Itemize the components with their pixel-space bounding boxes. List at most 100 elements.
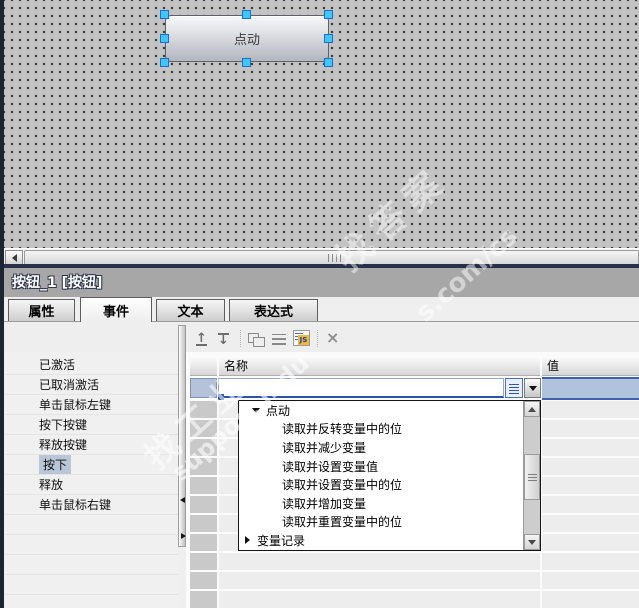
- table-row-cell[interactable]: [542, 572, 639, 589]
- event-item-activated[interactable]: 已激活: [5, 355, 178, 375]
- vscrollbar-thumb[interactable]: [524, 454, 540, 500]
- table-row-cell[interactable]: [219, 591, 540, 608]
- property-view-title: 按钮_1 [按钮]: [12, 275, 103, 291]
- splitter-collapse-left-icon[interactable]: [180, 497, 185, 503]
- function-item[interactable]: 读取并设置变量中的位: [239, 475, 540, 494]
- table-row-cell[interactable]: [542, 439, 639, 456]
- jog-button-label: 点动: [233, 33, 260, 48]
- list-icon: [509, 382, 519, 394]
- selection-handle-ne[interactable]: [324, 10, 333, 19]
- event-item-deactivated[interactable]: 已取消激活: [5, 375, 178, 395]
- table-row-cell[interactable]: [190, 439, 217, 456]
- function-list-button[interactable]: [505, 378, 523, 398]
- function-name-input[interactable]: [218, 378, 504, 398]
- table-row-cell[interactable]: [190, 534, 217, 551]
- function-item[interactable]: 读取并减少变量: [239, 438, 540, 457]
- table-row-cell[interactable]: [219, 553, 540, 570]
- column-header-value[interactable]: 值: [542, 356, 639, 376]
- edit-anchor: [218, 394, 224, 400]
- event-list-empty-row: [5, 575, 178, 595]
- hmi-editor-window: 找答案 s.com/cs 点动 按钮_1 [按钮] 属性 事件 文本 表达式 ↑…: [0, 0, 639, 608]
- table-corner-header[interactable]: [190, 356, 217, 376]
- property-view-titlebar: 按钮_1 [按钮]: [4, 268, 639, 297]
- event-item-left-click[interactable]: 单击鼠标左键: [5, 395, 178, 415]
- event-list-empty-row: [5, 555, 178, 575]
- expanded-triangle-icon: [252, 407, 260, 413]
- move-down-icon[interactable]: ↓: [218, 330, 229, 348]
- value-cell-selected[interactable]: [542, 377, 639, 400]
- selection-handle-w[interactable]: [160, 34, 169, 43]
- table-row-cell[interactable]: [542, 401, 639, 418]
- table-row-cell[interactable]: [190, 496, 217, 513]
- toolbar-separator: [240, 330, 241, 347]
- splitter-collapse-right-icon[interactable]: [181, 533, 186, 539]
- scroll-down-button[interactable]: [524, 534, 540, 550]
- event-list-empty-row: [5, 535, 178, 555]
- scroll-up-button[interactable]: [524, 401, 540, 417]
- table-row-cell[interactable]: [190, 401, 217, 418]
- event-item-press[interactable]: 按下: [5, 455, 178, 475]
- selection-handle-se[interactable]: [324, 58, 333, 67]
- function-dropdown-button[interactable]: [524, 378, 541, 398]
- jog-button-widget[interactable]: 点动: [165, 15, 329, 62]
- collapsed-triangle-icon: [245, 536, 250, 545]
- function-item[interactable]: 读取并设置变量值: [239, 457, 540, 476]
- selection-handle-s[interactable]: [242, 58, 251, 67]
- selection-handle-nw[interactable]: [160, 10, 169, 19]
- delete-icon[interactable]: ×: [326, 329, 339, 347]
- tab-properties[interactable]: 属性: [8, 299, 75, 321]
- event-list-empty-row: [5, 515, 178, 535]
- events-toolbar: [4, 321, 639, 352]
- tab-expression[interactable]: 表达式: [229, 299, 318, 321]
- table-row-cell[interactable]: [542, 477, 639, 494]
- scrollbar-grip-icon: [527, 473, 537, 481]
- panel-splitter[interactable]: [178, 325, 186, 547]
- selection-handle-e[interactable]: [324, 34, 333, 43]
- panel-divider: [0, 264, 639, 268]
- arrow-left-icon: [11, 254, 17, 262]
- table-row-cell[interactable]: [542, 515, 639, 532]
- table-row-cell[interactable]: [190, 591, 217, 608]
- table-row-cell[interactable]: [542, 553, 639, 570]
- row-selector-cell[interactable]: [190, 378, 217, 398]
- function-item[interactable]: 读取并重置变量中的位: [239, 513, 540, 532]
- table-row-cell[interactable]: [190, 553, 217, 570]
- selection-handle-n[interactable]: [242, 10, 251, 19]
- selection-handle-sw[interactable]: [160, 58, 169, 67]
- column-header-name[interactable]: 名称: [219, 356, 540, 376]
- event-list-empty-row: [5, 595, 178, 608]
- tab-events[interactable]: 事件: [80, 297, 152, 322]
- table-row-cell[interactable]: [190, 458, 217, 475]
- toolbar-separator: [317, 330, 318, 347]
- window-left-border: [0, 0, 4, 608]
- list-icon[interactable]: [272, 334, 286, 345]
- function-group-tag-logging[interactable]: 变量记录: [239, 531, 540, 550]
- script-js-icon[interactable]: JS: [293, 330, 310, 346]
- event-list: 已激活 已取消激活 单击鼠标左键 按下按键 释放按键 按下 释放 单击鼠标右键: [5, 352, 178, 608]
- table-row-cell[interactable]: [190, 477, 217, 494]
- tab-text[interactable]: 文本: [156, 299, 225, 321]
- event-item-release[interactable]: 释放: [5, 475, 178, 495]
- chevron-down-icon: [528, 385, 537, 391]
- popup-vscrollbar[interactable]: [523, 401, 540, 550]
- event-item-key-press[interactable]: 按下按键: [5, 415, 178, 435]
- table-row-cell[interactable]: [542, 496, 639, 513]
- function-group-jog[interactable]: 点动: [239, 401, 540, 420]
- scrollbar-grip-icon: [328, 254, 342, 262]
- table-row-cell[interactable]: [190, 420, 217, 437]
- event-item-right-click[interactable]: 单击鼠标右键: [5, 495, 178, 515]
- function-item[interactable]: 读取并反转变量中的位: [239, 420, 540, 439]
- move-up-icon[interactable]: ↑: [196, 330, 207, 348]
- group-icon[interactable]: [248, 333, 265, 347]
- function-dropdown-popup: 点动 读取并反转变量中的位 读取并减少变量 读取并设置变量值 读取并设置变量中的…: [238, 400, 541, 551]
- table-row-cell[interactable]: [542, 591, 639, 608]
- table-row-cell[interactable]: [219, 572, 540, 589]
- arrow-down-icon: [528, 539, 536, 545]
- table-row-cell[interactable]: [542, 534, 639, 551]
- function-item[interactable]: 读取并增加变量: [239, 494, 540, 513]
- event-item-key-release[interactable]: 释放按键: [5, 435, 178, 455]
- table-row-cell[interactable]: [190, 572, 217, 589]
- table-row-cell[interactable]: [190, 515, 217, 532]
- table-row-cell[interactable]: [542, 458, 639, 475]
- table-row-cell[interactable]: [542, 420, 639, 437]
